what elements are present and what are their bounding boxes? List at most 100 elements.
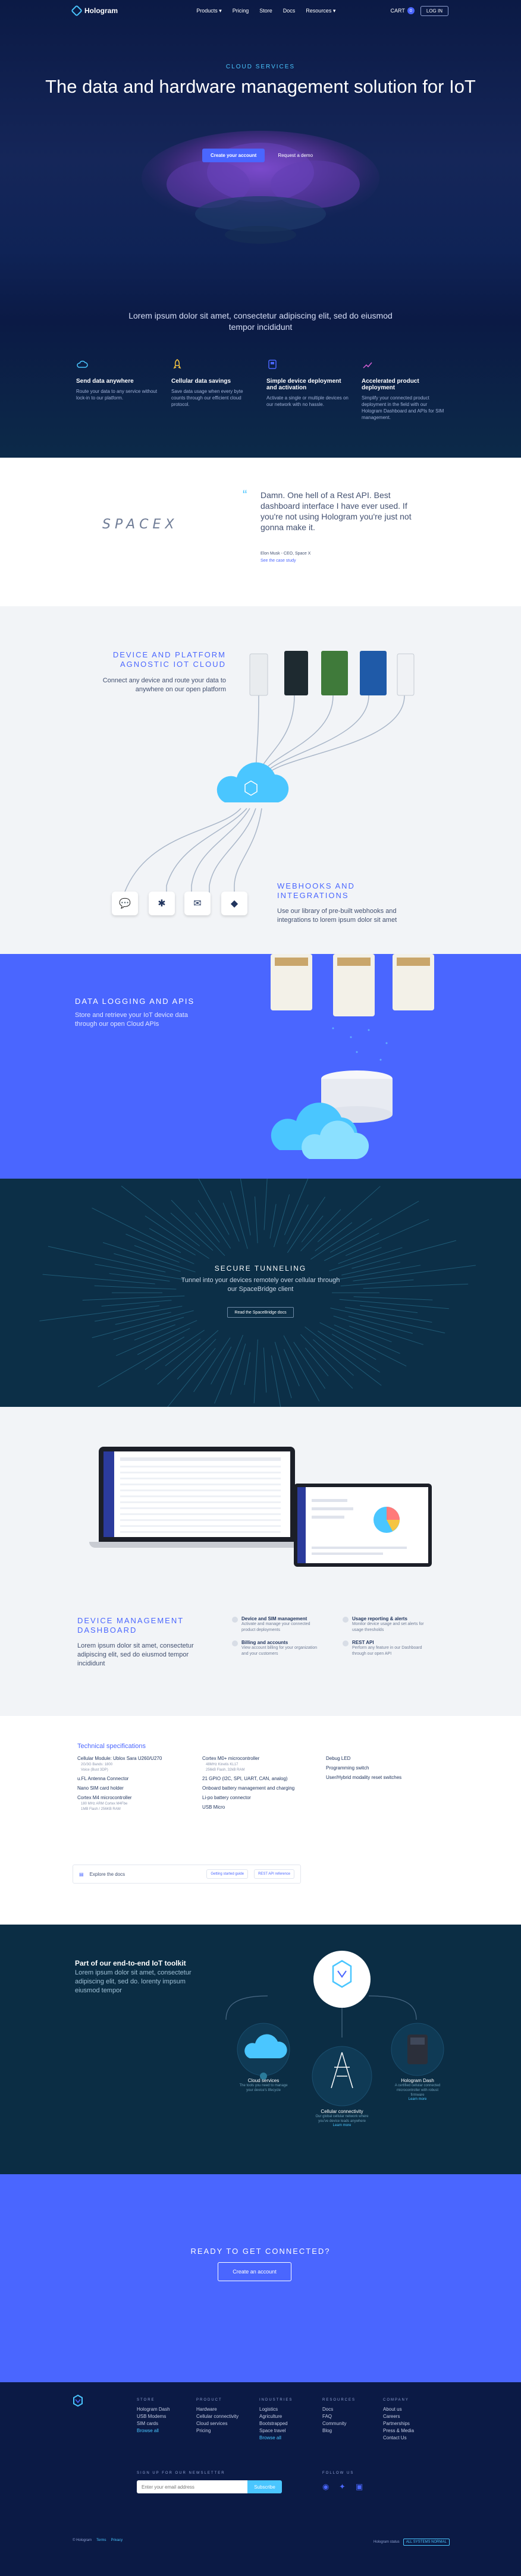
footer-link[interactable]: Browse all xyxy=(137,2427,170,2435)
toolkit-cellular: Cellular connectivity Our global cellula… xyxy=(312,2109,372,2127)
nav-link-store[interactable]: Store xyxy=(259,8,272,14)
cart-label: CART xyxy=(390,8,405,14)
newsletter-email-input[interactable] xyxy=(137,2480,247,2493)
getting-started-link[interactable]: Getting started guide xyxy=(206,1869,249,1879)
dashboard-feature-title: REST API xyxy=(352,1640,374,1645)
footer-link[interactable]: Community xyxy=(322,2420,356,2427)
toolkit-item-title: Cellular connectivity xyxy=(321,2109,363,2114)
spec-subitem: 256kB Flash, 32kB RAM xyxy=(206,1768,245,1772)
spec-item: Onboard battery management and charging xyxy=(202,1785,295,1791)
spec-subitem: 1MB Flash / 256KB RAM xyxy=(81,1807,121,1811)
hologram-logo[interactable]: Hologram xyxy=(71,5,118,17)
nav-link-docs[interactable]: Docs xyxy=(283,8,296,14)
nav-link-products[interactable]: Products ▾ xyxy=(196,8,222,14)
webhooks-text: Use our library of pre-built webhooks an… xyxy=(277,908,397,924)
docs-label: Explore the docs xyxy=(89,1871,125,1877)
toolkit-item-text: Our global cellular network where you've… xyxy=(315,2115,369,2123)
footer: STORE Hologram Dash USB Modems SIM cards Bro… xyxy=(0,2382,521,2576)
toolkit-illustration xyxy=(225,1951,444,2106)
footer-link[interactable]: SIM cards xyxy=(137,2420,170,2427)
device-icon xyxy=(268,360,277,369)
feature-deployment: Simple device deployment and activation … xyxy=(266,358,350,421)
dashboard-feature-title: Usage reporting & alerts xyxy=(352,1616,407,1621)
integration-slack-icon: ✱ xyxy=(149,892,175,915)
hero-section: Hologram Products ▾ Pricing Store Docs R… xyxy=(0,0,521,458)
footer-link[interactable]: About us xyxy=(383,2406,414,2413)
nav-link-resources[interactable]: Resources ▾ xyxy=(306,8,335,14)
footer-link[interactable]: Hardware xyxy=(196,2406,238,2413)
toolkit-dash: Hologram Dash A certified cellular conne… xyxy=(391,2078,444,2101)
footer-logo-icon[interactable] xyxy=(73,2394,83,2410)
cart-button[interactable]: CART 0 xyxy=(391,7,415,14)
hologram-logo-icon xyxy=(71,5,83,17)
toolkit-item-title: Hologram Dash xyxy=(401,2078,434,2083)
privacy-link[interactable]: Privacy xyxy=(111,2539,123,2542)
dashboard-section: DEVICE MANAGEMENT DASHBOARD Lorem ipsum … xyxy=(0,1407,521,1716)
chart-icon xyxy=(363,362,372,369)
toolkit-learn-more-link[interactable]: Learn more xyxy=(312,2124,372,2127)
follow-label: FOLLOW US xyxy=(322,2471,354,2475)
footer-link[interactable]: Bootstrapped xyxy=(259,2420,293,2427)
footer-link[interactable]: Cloud services xyxy=(196,2420,238,2427)
spec-item: 21 GPIO (I2C, SPI, UART, CAN, analog) xyxy=(202,1776,288,1781)
toolkit-section: Part of our end-to-end IoT toolkit Lorem… xyxy=(0,1925,521,2174)
integration-email-icon: ✉ xyxy=(184,892,211,915)
toolkit-item-text: A certified cellular connected microcont… xyxy=(394,2084,441,2097)
spec-item: Debug LED xyxy=(326,1756,351,1761)
hero-cta-group: Create your account Request a demo xyxy=(0,149,521,162)
footer-link[interactable]: Blog xyxy=(322,2427,356,2435)
footer-link[interactable]: Contact Us xyxy=(383,2435,414,2442)
dashboard-feature-text: Perform any feature in our Dashboard thr… xyxy=(352,1646,422,1656)
feature-text: Activate a single or multiple devices on… xyxy=(266,395,349,407)
footer-link[interactable]: USB Modems xyxy=(137,2413,170,2420)
laptop-screen xyxy=(103,1451,290,1537)
footer-column-company: COMPANY About us Careers Partnerships Press … xyxy=(383,2397,414,2442)
footer-link[interactable]: Pricing xyxy=(196,2427,238,2435)
tunnel-text: Tunnel into your devices remotely over c… xyxy=(181,1277,340,1293)
webhooks-title: WEBHOOKS AND INTEGRATIONS xyxy=(277,881,355,900)
create-account-button[interactable]: Create your account xyxy=(202,149,265,162)
toolkit-learn-more-link[interactable]: Learn more xyxy=(391,2098,444,2101)
footer-link[interactable]: Partnerships xyxy=(383,2420,414,2427)
spec-item: Nano SIM card holder xyxy=(77,1785,124,1791)
facebook-icon[interactable]: ▣ xyxy=(356,2482,363,2492)
status-badge[interactable]: ALL SYSTEMS NORMAL xyxy=(403,2539,450,2546)
spec-item: Programming switch xyxy=(326,1765,369,1771)
request-demo-button[interactable]: Request a demo xyxy=(272,149,319,162)
github-icon[interactable]: ◉ xyxy=(322,2482,329,2492)
login-button[interactable]: LOG IN xyxy=(420,5,448,16)
footer-link[interactable]: Agriculture xyxy=(259,2413,293,2420)
spacex-logo: SPACEX xyxy=(102,517,178,532)
case-study-link[interactable]: See the case study xyxy=(260,559,296,563)
hero-lead: Lorem ipsum dolor sit amet, consectetur … xyxy=(128,311,393,332)
cta-create-account-button[interactable]: Create an account xyxy=(218,2262,291,2281)
feature-title: Send data anywhere xyxy=(76,378,134,385)
rest-api-link[interactable]: REST API reference xyxy=(254,1869,294,1879)
terms-link[interactable]: Terms xyxy=(96,2539,106,2542)
twitter-icon[interactable]: ✦ xyxy=(339,2482,346,2492)
footer-link[interactable]: FAQ xyxy=(322,2413,356,2420)
footer-link[interactable]: Browse all xyxy=(259,2435,293,2442)
footer-link[interactable]: Logistics xyxy=(259,2406,293,2413)
nav-link-pricing[interactable]: Pricing xyxy=(233,8,249,14)
nav-links: Products ▾ Pricing Store Docs Resources … xyxy=(172,8,335,14)
footer-link[interactable]: Careers xyxy=(383,2413,414,2420)
dashboard-feature-text: Activate and manage your connected produ… xyxy=(241,1622,310,1632)
feature-accelerated: Accelerated product deployment Simplify … xyxy=(362,358,445,421)
tunnel-title: SECURE TUNNELING xyxy=(214,1264,307,1273)
footer-column-product: PRODUCT Hardware Cellular connectivity Clou… xyxy=(196,2397,238,2435)
testimonial-author: Elon Musk - CEO, Space X xyxy=(260,552,311,556)
feature-title: Simple device deployment and activation xyxy=(266,378,341,391)
footer-link[interactable]: Space travel xyxy=(259,2427,293,2435)
spacebridge-docs-button[interactable]: Read the SpaceBridge docs xyxy=(227,1307,294,1318)
hero-title: The data and hardware management solutio… xyxy=(45,76,476,97)
footer-column-title: RESOURCES xyxy=(322,2398,356,2402)
footer-link[interactable]: Hologram Dash xyxy=(137,2406,170,2413)
subscribe-button[interactable]: Subscribe xyxy=(247,2480,282,2493)
cta-title: READY TO GET CONNECTED? xyxy=(190,2247,331,2256)
spec-subitem: Voice (Bust 3DP) xyxy=(81,1768,108,1772)
footer-column-title: INDUSTRIES xyxy=(259,2398,293,2402)
footer-link[interactable]: Press & Media xyxy=(383,2427,414,2435)
footer-link[interactable]: Docs xyxy=(322,2406,356,2413)
footer-link[interactable]: Cellular connectivity xyxy=(196,2413,238,2420)
